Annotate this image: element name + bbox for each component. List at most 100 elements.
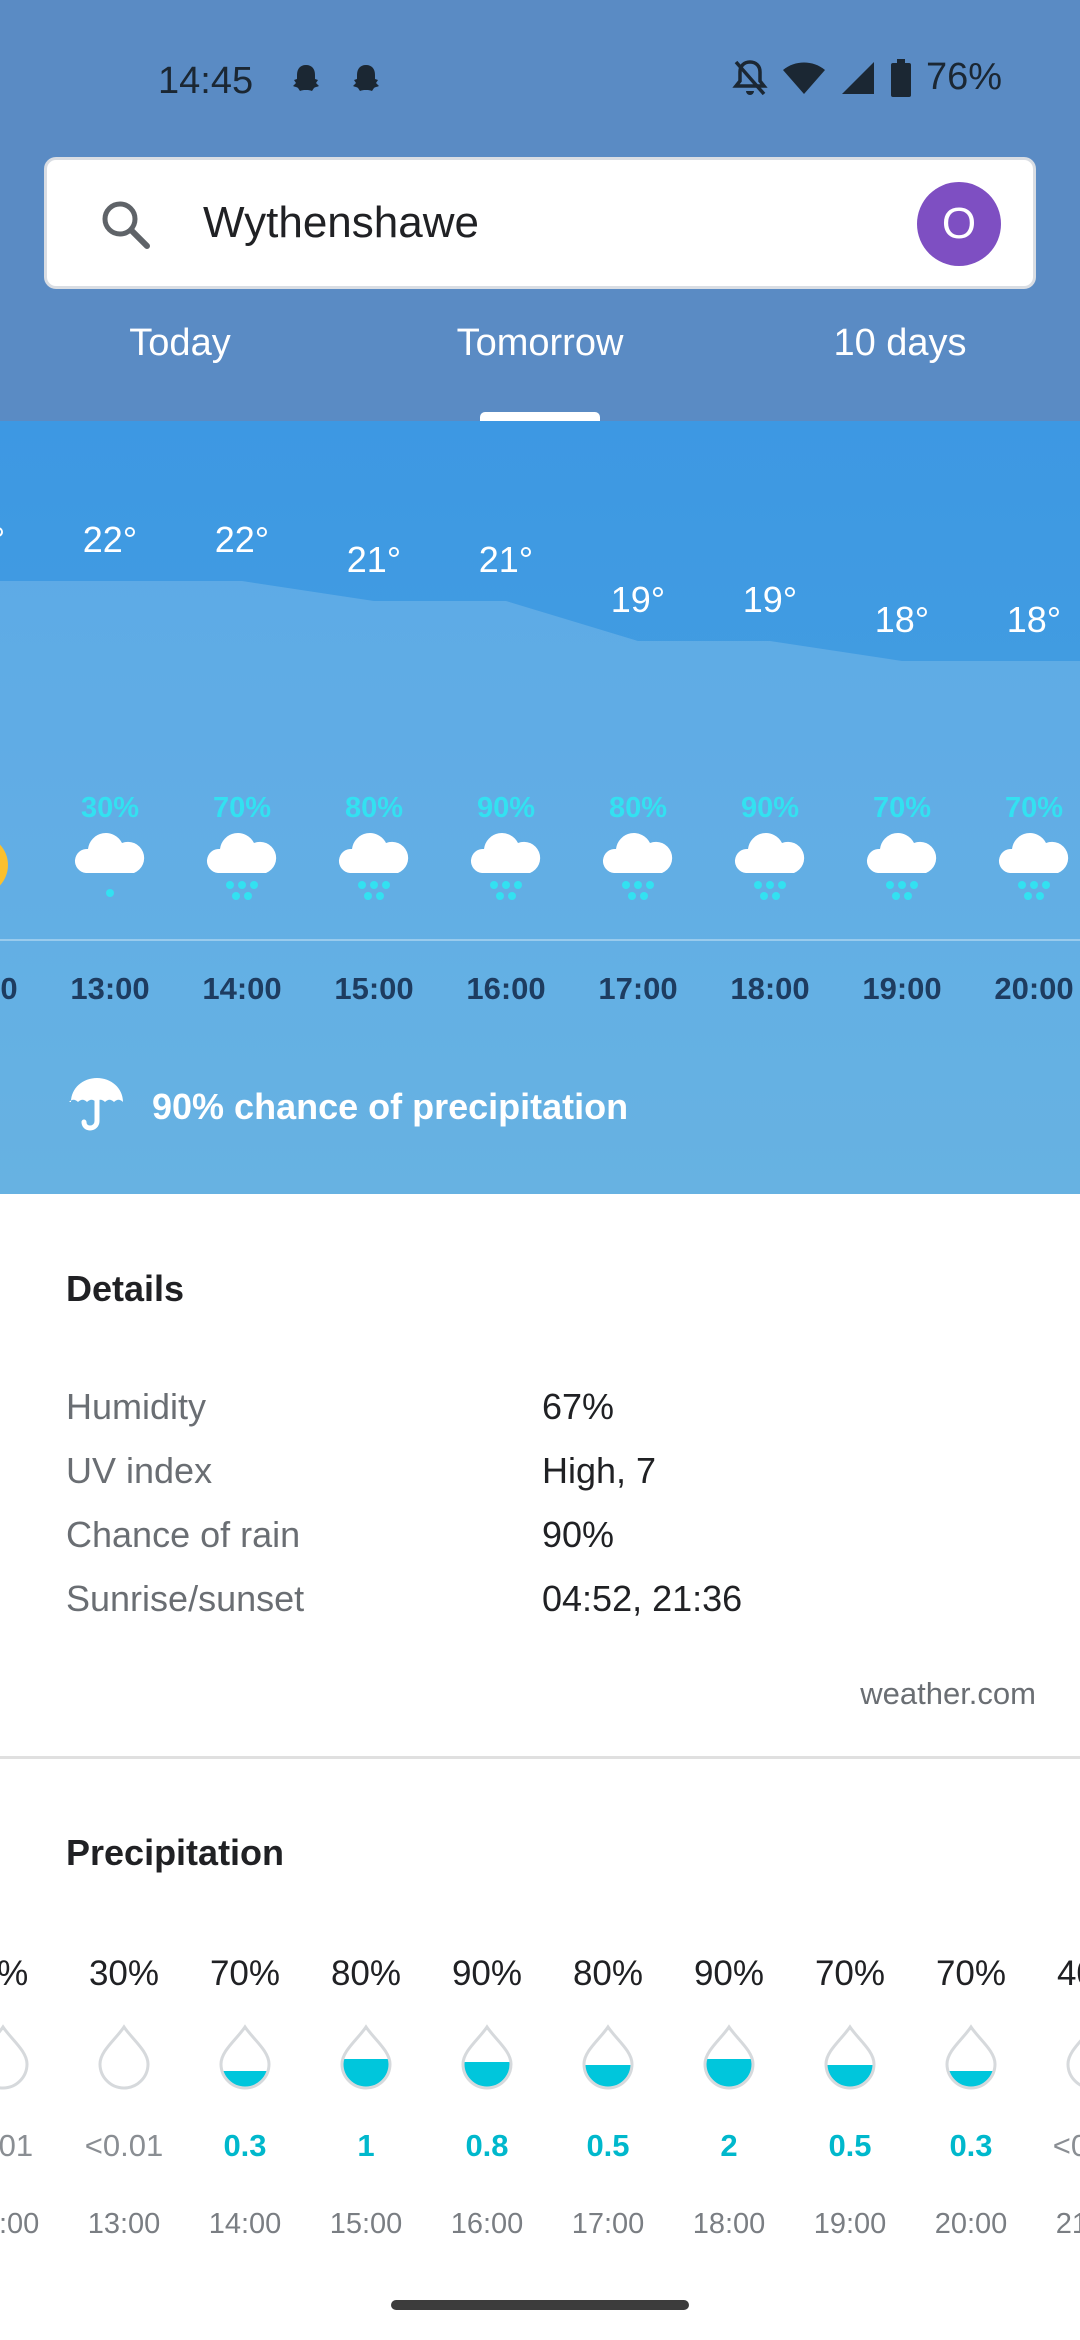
active-tab-indicator <box>480 412 600 421</box>
raindrop-icon <box>669 2024 789 2090</box>
hour-temperature: 21° <box>478 539 534 580</box>
detail-label: Chance of rain <box>66 1514 301 1555</box>
status-bar: 14:45 76% <box>0 0 1080 160</box>
status-icons: 76% <box>732 56 1002 99</box>
cloud-rain-icon <box>204 821 280 908</box>
precip-chance: 70% <box>814 1954 886 1993</box>
precip-time-label: 12:00 <box>0 2208 40 2240</box>
tab-10-days[interactable]: 10 days <box>720 322 1080 365</box>
raindrop-icon <box>0 2024 63 2090</box>
precip-time-label: 17:00 <box>571 2208 645 2240</box>
hour-time-label: 15:00 <box>334 971 414 1006</box>
detail-value: 04:52, 21:36 <box>542 1578 743 1619</box>
precip-chance: 80% <box>330 1954 402 1993</box>
precip-amount: 0.5 <box>828 2128 872 2163</box>
hour-temperature: 18° <box>1006 599 1062 640</box>
precip-amount: <0.01 <box>1052 2128 1080 2163</box>
umbrella-icon <box>68 1075 126 1138</box>
raindrop-icon <box>64 2024 184 2090</box>
precip-chance: 90% <box>451 1954 523 1993</box>
hour-time-label: 13:00 <box>70 971 150 1006</box>
precip-time-label: 15:00 <box>329 2208 403 2240</box>
hour-temperature: 18° <box>874 599 930 640</box>
hour-temperature: 22° <box>0 519 38 561</box>
detail-label: Sunrise/sunset <box>66 1578 305 1619</box>
raindrop-icon <box>185 2024 305 2090</box>
cloud-light-rain-icon <box>72 821 148 908</box>
detail-label: UV index <box>66 1450 213 1491</box>
precip-time-label: 19:00 <box>813 2208 887 2240</box>
tab-today[interactable]: Today <box>0 322 360 365</box>
hour-temperature: 19° <box>610 579 666 620</box>
weather-source-link[interactable]: weather.com <box>860 1676 1036 1712</box>
precip-time-label: 13:00 <box>87 2208 161 2240</box>
detail-label: Humidity <box>66 1386 207 1427</box>
section-divider <box>0 1756 1080 1759</box>
precip-time-label: 14:00 <box>208 2208 282 2240</box>
precip-amount: 0.8 <box>465 2128 509 2163</box>
detail-value: 67% <box>542 1386 615 1427</box>
status-time: 14:45 <box>158 60 254 102</box>
bell-off-icon <box>732 58 768 98</box>
hour-time-label: 17:00 <box>598 971 678 1006</box>
raindrop-icon <box>790 2024 910 2090</box>
cloud-rain-icon <box>864 821 940 908</box>
precip-chance: 40% <box>1056 1954 1080 1993</box>
precip-chance: 0% <box>0 1954 29 1993</box>
wifi-icon <box>782 60 826 96</box>
raindrop-icon <box>911 2024 1031 2090</box>
hourly-forecast[interactable]: 22°12:0022°30%13:0022°70%14:0021°80%15:0… <box>0 421 1080 1194</box>
raindrop-icon <box>427 2024 547 2090</box>
snapchat-icon <box>287 62 325 100</box>
hour-time-label: 18:00 <box>730 971 810 1006</box>
detail-value: High, 7 <box>542 1450 657 1491</box>
raindrop-icon <box>306 2024 426 2090</box>
home-gesture-bar[interactable] <box>391 2300 689 2310</box>
precip-chance: 80% <box>572 1954 644 1993</box>
location-name[interactable]: Wythenshawe <box>203 160 479 286</box>
precip-time-label: 16:00 <box>450 2208 524 2240</box>
precip-amount: 0.3 <box>949 2128 993 2163</box>
precip-time-label: 18:00 <box>692 2208 766 2240</box>
app-header: 14:45 76% Wythenshawe O Today Tomorrow 1… <box>0 0 1080 421</box>
precip-amount: 0.3 <box>223 2128 267 2163</box>
precip-chance: 70% <box>935 1954 1007 1993</box>
precipitation-summary: 90% chance of precipitation <box>68 1075 628 1138</box>
cloud-rain-icon <box>732 821 808 908</box>
battery-icon <box>890 58 912 97</box>
sun-icon <box>0 821 16 906</box>
tab-tomorrow[interactable]: Tomorrow <box>360 322 720 365</box>
details-heading: Details <box>66 1268 185 1309</box>
detail-value: 90% <box>542 1514 615 1555</box>
precip-amount: 0.01 <box>0 2128 34 2163</box>
hour-time-label: 16:00 <box>466 971 546 1006</box>
precip-amount: 1 <box>357 2128 375 2163</box>
precip-time-label: 21:00 <box>1055 2208 1080 2240</box>
raindrop-icon <box>548 2024 668 2090</box>
battery-level: 76% <box>925 56 1002 98</box>
hour-temperature: 22° <box>214 519 270 560</box>
signal-icon <box>840 60 876 96</box>
precip-amount: 0.5 <box>586 2128 630 2163</box>
precip-chance: 30% <box>88 1954 160 1993</box>
cloud-rain-icon <box>996 821 1072 908</box>
timeline-divider <box>0 939 1080 941</box>
hour-temperature: 21° <box>346 539 402 580</box>
avatar[interactable]: O <box>917 182 1001 266</box>
hour-time-label: 19:00 <box>862 971 942 1006</box>
precip-amount: 2 <box>720 2128 738 2163</box>
location-search-bar[interactable]: Wythenshawe O <box>44 157 1036 289</box>
search-icon[interactable] <box>99 198 151 255</box>
precip-amount: <0.01 <box>84 2128 164 2163</box>
hour-time-label: 20:00 <box>994 971 1074 1006</box>
hour-temperature: 19° <box>742 579 798 620</box>
hour-time-label: 14:00 <box>202 971 282 1006</box>
precip-chance: 90% <box>693 1954 765 1993</box>
snapchat-icon <box>347 62 385 100</box>
precip-time-label: 20:00 <box>934 2208 1008 2240</box>
raindrop-icon <box>1032 2024 1080 2090</box>
cloud-rain-icon <box>336 821 412 908</box>
summary-text: 90% chance of precipitation <box>152 1085 629 1127</box>
precipitation-heading: Precipitation <box>66 1832 285 1873</box>
cloud-rain-icon <box>600 821 676 908</box>
